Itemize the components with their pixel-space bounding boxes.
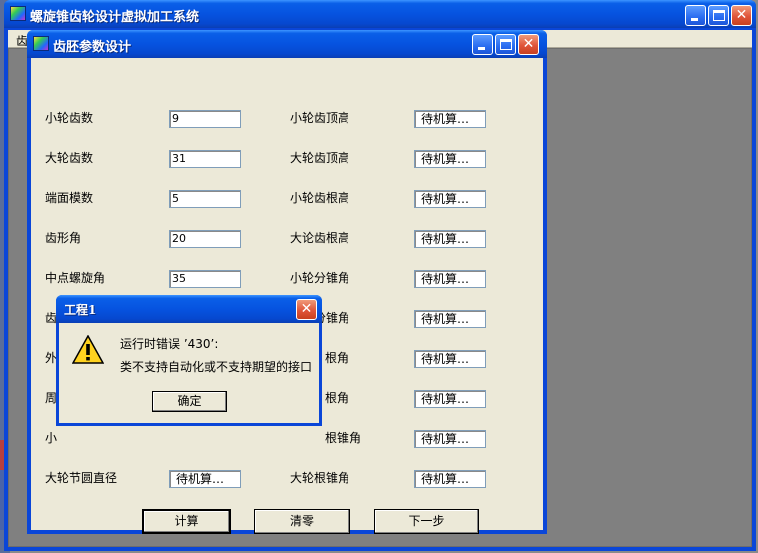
calculate-button[interactable]: 计算	[142, 509, 231, 534]
child-close-button[interactable]: ✕	[518, 34, 539, 55]
label-transverse-module: 端面模数	[45, 191, 94, 205]
pinion-pitch-angle-output[interactable]: 待机算…	[414, 270, 486, 288]
main-maximize-button[interactable]	[708, 5, 729, 26]
label-gear-pitch-diameter: 大轮节圆直径	[45, 471, 118, 485]
label-gear-dedendum: 大论齿根高	[290, 231, 348, 245]
child-window: 齿胚参数设计 ✕ 小轮齿数 9 大轮齿数 31 端面模数 5 齿形角 20 中点…	[27, 30, 547, 534]
mean-spiral-angle-input[interactable]: 35	[169, 270, 241, 288]
transverse-module-input[interactable]: 5	[169, 190, 241, 208]
label-right-row-9: 根锥角	[325, 431, 362, 445]
gear-teeth-input[interactable]: 31	[169, 150, 241, 168]
gear-pitch-angle-output[interactable]: 待机算…	[414, 310, 486, 328]
gear-pitch-diameter-output[interactable]: 待机算…	[169, 470, 241, 488]
maximize-icon	[713, 10, 725, 21]
right-row-8-output[interactable]: 待机算…	[414, 390, 486, 408]
label-right-row-7: 根角	[325, 351, 350, 365]
error-dialog: 工程1 ✕ 运行时错误 ’430’: 类不支持自动化或不支持期望的接口 确定	[56, 295, 322, 426]
gear-dedendum-output[interactable]: 待机算…	[414, 230, 486, 248]
main-close-button[interactable]: ✕	[731, 5, 752, 26]
label-right-row-8: 根角	[325, 391, 350, 405]
label-pinion-dedendum: 小轮齿根高	[290, 191, 348, 205]
pinion-addendum-output[interactable]: 待机算…	[414, 110, 486, 128]
param-form: 小轮齿数 9 大轮齿数 31 端面模数 5 齿形角 20 中点螺旋角 35 齿面…	[31, 58, 543, 534]
child-window-title: 齿胚参数设计	[53, 40, 132, 55]
main-title-bar[interactable]: 螺旋锥齿轮设计虚拟加工系统 ✕	[4, 0, 756, 28]
error-dialog-title-bar[interactable]: 工程1 ✕	[56, 295, 322, 323]
next-step-button[interactable]: 下一步	[374, 509, 479, 534]
pressure-angle-input[interactable]: 20	[169, 230, 241, 248]
error-message-line1: 运行时错误 ’430’:	[120, 337, 219, 351]
label-mean-spiral-angle: 中点螺旋角	[45, 271, 106, 285]
error-message-line2: 类不支持自动化或不支持期望的接口	[120, 360, 313, 374]
label-left-row-9: 小	[45, 431, 58, 445]
gear-root-angle-output[interactable]: 待机算…	[414, 470, 486, 488]
main-minimize-button[interactable]	[685, 5, 706, 26]
ok-button[interactable]: 确定	[152, 391, 227, 412]
warning-icon	[72, 335, 104, 364]
error-dialog-close-button[interactable]: ✕	[296, 299, 317, 320]
app-icon	[10, 6, 26, 21]
right-row-7-output[interactable]: 待机算…	[414, 350, 486, 368]
close-icon: ✕	[522, 36, 535, 52]
right-row-9-output[interactable]: 待机算…	[414, 430, 486, 448]
child-app-icon	[33, 36, 49, 51]
pinion-teeth-input[interactable]: 9	[169, 110, 241, 128]
child-minimize-button[interactable]	[472, 34, 493, 55]
label-gear-teeth: 大轮齿数	[45, 151, 94, 165]
clear-button[interactable]: 清零	[254, 509, 350, 534]
child-title-bar[interactable]: 齿胚参数设计 ✕	[27, 30, 547, 58]
label-gear-root-angle: 大轮根锥角	[290, 471, 348, 485]
minimize-icon	[478, 47, 485, 50]
pinion-dedendum-output[interactable]: 待机算…	[414, 190, 486, 208]
label-pinion-pitch-angle: 小轮分锥角	[290, 271, 348, 285]
label-gear-addendum: 大轮齿顶高	[290, 151, 348, 165]
close-icon: ✕	[735, 7, 748, 23]
label-pressure-angle: 齿形角	[45, 231, 82, 245]
maximize-icon	[500, 39, 512, 50]
gear-addendum-output[interactable]: 待机算…	[414, 150, 486, 168]
child-maximize-button[interactable]	[495, 34, 516, 55]
error-dialog-title: 工程1	[64, 303, 97, 317]
main-window-title: 螺旋锥齿轮设计虚拟加工系统	[30, 10, 200, 25]
label-pinion-teeth: 小轮齿数	[45, 111, 94, 125]
close-icon: ✕	[300, 301, 313, 317]
error-dialog-body: 运行时错误 ’430’: 类不支持自动化或不支持期望的接口 确定	[59, 323, 319, 423]
minimize-icon	[691, 18, 698, 21]
label-pinion-addendum: 小轮齿顶高	[290, 111, 348, 125]
